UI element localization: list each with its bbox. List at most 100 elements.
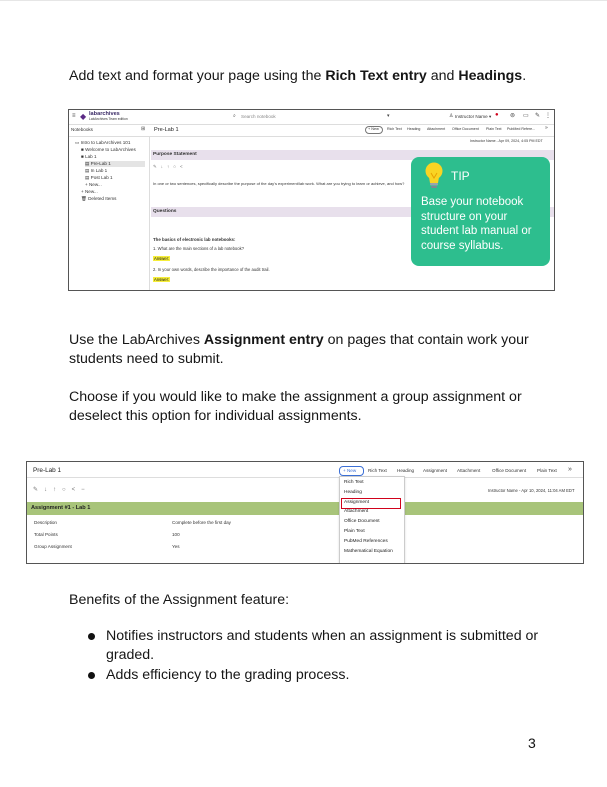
entry-type-office-document[interactable]: Office Document	[452, 127, 479, 131]
new-entry-dropdown-menu: Rich Text Heading Assignment Attachment …	[339, 476, 405, 563]
intro-bold-headings: Headings	[458, 68, 523, 84]
user-icon: ♙	[449, 113, 454, 119]
page-number: 3	[528, 735, 536, 751]
search-icon: ⌕	[233, 113, 236, 119]
new-entry-button[interactable]: + New	[339, 466, 364, 476]
entry-timestamp: Instructor Name - Apr 09, 2024, 4:05 PM …	[470, 139, 543, 143]
entry-type-office-document[interactable]: Office Document	[492, 468, 526, 473]
labarchives-logo-icon: ◆	[80, 112, 87, 121]
toolbar-divider	[27, 477, 583, 478]
menu-item-heading[interactable]: Heading	[344, 490, 362, 495]
benefits-list: Notifies instructors and students when a…	[87, 627, 557, 686]
benefits-title: Benefits of the Assignment feature:	[69, 592, 290, 608]
entry-timestamp: Instructor Name - Apr 10, 2024, 11:04 AM…	[488, 488, 575, 493]
tree-item-1[interactable]: ■ Welcome to LabArchives	[81, 147, 136, 152]
answer-label-2: Answer:	[153, 277, 171, 282]
assignment-paragraph: Use the LabArchives Assignment entry on …	[69, 331, 549, 369]
questions-subheading: The basics of electronic lab notebooks:	[153, 237, 236, 242]
row-label-description: Description	[34, 520, 57, 525]
notebook-tree: ▭ Intro to LabArchives 101 ■ Welcome to …	[69, 136, 150, 290]
intro-text: Add text and format your page using the	[69, 68, 326, 84]
bullet-icon	[88, 672, 95, 679]
more-icon[interactable]: ⋮	[545, 112, 551, 119]
user-menu[interactable]: Instructor Name ▾	[455, 114, 491, 120]
benefit-item: Adds efficiency to the grading process.	[87, 666, 557, 685]
search-input[interactable]: Search notebook	[241, 114, 276, 119]
tip-text: Base your notebook structure on your stu…	[421, 196, 532, 252]
menu-item-plain-text[interactable]: Plain Text	[344, 529, 365, 534]
menu-item-math-equation[interactable]: Mathematical Equation	[344, 549, 393, 554]
tip-title: TIP	[451, 169, 470, 183]
entry-action-icons[interactable]: ✎↓↑○<−	[33, 486, 91, 493]
notification-icon[interactable]: ●	[495, 112, 499, 118]
answer-label-1: Answer:	[153, 256, 171, 261]
page-title: Pre-Lab 1	[154, 127, 179, 133]
app-header: ≡ ◆ labarchives LabArchives Team edition…	[69, 110, 554, 125]
benefit-item: Notifies instructors and students when a…	[87, 627, 557, 665]
entry-type-assignment[interactable]: Assignment	[423, 468, 447, 473]
menu-item-pubmed[interactable]: PubMed References	[344, 539, 388, 544]
entry-action-icons[interactable]: ✎↓↑○<	[153, 164, 187, 170]
intro-paragraph: Add text and format your page using the …	[69, 67, 549, 86]
entry-type-plain-text[interactable]: Plain Text	[537, 468, 557, 473]
entry-type-rich-text[interactable]: Rich Text	[387, 127, 402, 131]
benefit-text: Adds efficiency to the grading process.	[106, 667, 350, 683]
collapse-icon[interactable]: »	[545, 125, 548, 131]
tree-item-2[interactable]: ■ Lab 1	[81, 154, 97, 159]
row-value-total-points: 100	[172, 532, 180, 537]
tree-item-4[interactable]: ▤ In Lab 1	[85, 168, 107, 174]
assignment-heading-bar: Assignment #1 - Lab 1	[27, 502, 583, 515]
tip-callout: TIP Base your notebook structure on your…	[411, 157, 550, 266]
tree-item-deleted[interactable]: 🗑 Deleted Items	[81, 196, 116, 202]
purpose-heading: Purpose Statement	[153, 152, 197, 157]
purpose-text: In one or two sentences, specifically de…	[153, 181, 405, 186]
entry-type-pubmed[interactable]: PubMed Refere...	[507, 127, 535, 131]
entry-type-attachment[interactable]: Attachment	[457, 468, 480, 473]
lightbulb-icon	[425, 162, 443, 188]
tree-item-new-folder[interactable]: + New...	[81, 189, 98, 194]
row-label-total-points: Total Points	[34, 532, 58, 537]
group-assignment-paragraph: Choose if you would like to make the ass…	[69, 389, 522, 424]
question-1: 1. What are the main sections of a lab n…	[153, 246, 245, 251]
questions-heading: Questions	[153, 209, 177, 214]
new-entry-label: + New	[343, 468, 357, 473]
tree-item-new-page[interactable]: + New...	[85, 182, 102, 187]
menu-item-attachment[interactable]: Attachment	[344, 509, 368, 514]
intro-bold-rich-text: Rich Text entry	[325, 68, 427, 84]
add-page-icon[interactable]: ⊞	[141, 126, 145, 132]
notebooks-dropdown[interactable]: Notebooks	[71, 127, 93, 132]
entry-type-attachment[interactable]: Attachment	[427, 127, 445, 131]
logo-subtitle: LabArchives Team edition	[89, 117, 128, 121]
tree-item-5[interactable]: ▤ Post Lab 1	[85, 175, 113, 181]
tree-item-0[interactable]: ▭ Intro to LabArchives 101	[75, 140, 130, 146]
page-top-rule	[0, 0, 607, 1]
help-icon[interactable]: ⊚	[510, 112, 515, 119]
intro-text-mid: and	[426, 68, 459, 84]
benefit-text: Notifies instructors and students when a…	[106, 628, 539, 663]
intro-text-suffix: .	[522, 68, 527, 84]
page-title: Pre-Lab 1	[33, 467, 62, 474]
question-2: 2. In your own words, describe the impor…	[153, 267, 270, 272]
assignment-title: Assignment #1 - Lab 1	[31, 505, 91, 511]
entry-type-rich-text[interactable]: Rich Text	[368, 468, 387, 473]
para2-text: Use the LabArchives	[69, 332, 204, 348]
new-entry-button[interactable]: + New	[365, 126, 383, 134]
hamburger-icon[interactable]: ≡	[72, 113, 76, 119]
tree-item-3[interactable]: ▤ Pre-Lab 1	[85, 161, 145, 167]
entry-type-heading[interactable]: Heading	[407, 127, 420, 131]
menu-item-rich-text[interactable]: Rich Text	[344, 480, 364, 485]
para2-bold-assignment: Assignment entry	[203, 332, 324, 348]
notebook-icon[interactable]: ▭	[523, 112, 529, 119]
chevron-down-icon[interactable]: ▾	[387, 113, 390, 119]
entry-type-plain-text[interactable]: Plain Text	[486, 127, 502, 131]
row-label-group-assignment: Group Assignment	[34, 544, 72, 549]
new-entry-label: + New	[368, 127, 379, 131]
row-value-description: Complete before the first day	[172, 520, 231, 525]
row-value-group-assignment: Yes	[172, 544, 180, 549]
menu-item-office-document[interactable]: Office Document	[344, 519, 380, 524]
assignment-highlight-box	[341, 498, 401, 509]
entry-type-heading[interactable]: Heading	[397, 468, 414, 473]
assignment-entry-screenshot: Pre-Lab 1 + New Rich Text Heading Assign…	[26, 461, 584, 564]
collapse-icon[interactable]: »	[568, 466, 572, 473]
pen-icon[interactable]: ✎	[535, 112, 540, 119]
